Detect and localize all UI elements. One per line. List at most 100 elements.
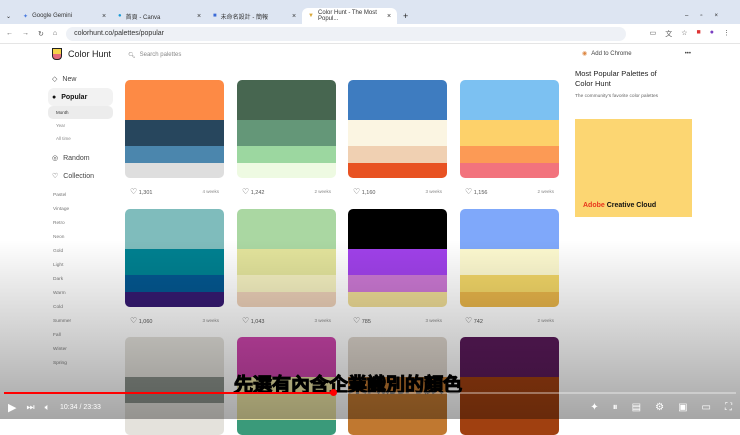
palette-card[interactable]: ♡ 742 2 weeks: [460, 209, 559, 325]
color-swatch[interactable]: [125, 420, 224, 435]
tag-link[interactable]: Dark: [48, 272, 113, 286]
next-icon[interactable]: ⏭: [26, 402, 34, 413]
color-swatch[interactable]: [237, 120, 336, 146]
url-input[interactable]: colorhunt.co/palettes/popular: [66, 26, 627, 41]
color-swatch[interactable]: [348, 420, 447, 435]
color-swatch[interactable]: [460, 80, 559, 120]
reload-icon[interactable]: ↻: [38, 30, 44, 38]
palette-card[interactable]: ♡ 1,242 2 weeks: [237, 80, 336, 196]
filter-year[interactable]: Year: [48, 119, 113, 132]
color-swatch[interactable]: [237, 275, 336, 292]
settings-icon[interactable]: ⚙: [655, 402, 664, 413]
home-icon[interactable]: ⌂: [53, 30, 57, 37]
palette-card[interactable]: ♡ 1,156 2 weeks: [460, 80, 559, 196]
window-controls[interactable]: –▫×: [685, 13, 740, 19]
palette-card[interactable]: ♡ 1,301 4 weeks: [125, 80, 224, 196]
back-icon[interactable]: ←: [6, 30, 13, 37]
volume-icon[interactable]: 🔈︎: [45, 402, 50, 413]
palette-swatches[interactable]: [460, 209, 559, 307]
palette-swatches[interactable]: [460, 337, 559, 435]
tag-link[interactable]: Spring: [48, 356, 113, 370]
palette-card[interactable]: ♡ 1,060 3 weeks: [125, 209, 224, 325]
color-swatch[interactable]: [460, 292, 559, 307]
subtitles-icon[interactable]: ▤: [632, 402, 641, 413]
nav-random[interactable]: ◎ Random: [48, 149, 113, 167]
color-swatch[interactable]: [125, 292, 224, 307]
video-progress-bar[interactable]: [4, 389, 736, 396]
palette-swatches[interactable]: [125, 337, 224, 435]
autoplay-toggle[interactable]: ⏸: [613, 402, 618, 413]
heart-icon[interactable]: ♡: [353, 316, 360, 325]
color-swatch[interactable]: [348, 80, 447, 120]
heart-icon[interactable]: ♡: [242, 316, 249, 325]
palette-card[interactable]: ♡ 1,043 3 weeks: [237, 209, 336, 325]
new-tab-button[interactable]: +: [397, 11, 414, 21]
menu-icon[interactable]: ⋮: [723, 29, 730, 39]
palette-swatches[interactable]: [125, 80, 224, 178]
tag-link[interactable]: Vintage: [48, 202, 113, 216]
filter-all-time[interactable]: All time: [48, 132, 113, 145]
translate-icon[interactable]: 文: [665, 29, 672, 39]
tag-link[interactable]: Pastel: [48, 188, 113, 202]
nav-collection[interactable]: ♡ Collection: [48, 167, 113, 185]
color-swatch[interactable]: [348, 146, 447, 163]
tag-link[interactable]: Winter: [48, 342, 113, 356]
color-swatch[interactable]: [237, 146, 336, 163]
color-swatch[interactable]: [460, 249, 559, 275]
tag-link[interactable]: Cold: [48, 300, 113, 314]
install-icon[interactable]: ▭: [650, 29, 657, 39]
palette-swatches[interactable]: [125, 209, 224, 307]
palette-card[interactable]: [125, 337, 224, 435]
heart-icon[interactable]: ♡: [130, 316, 137, 325]
color-swatch[interactable]: [125, 163, 224, 178]
color-swatch[interactable]: [460, 209, 559, 249]
close-icon[interactable]: ×: [387, 13, 391, 20]
tag-link[interactable]: Retro: [48, 216, 113, 230]
color-swatch[interactable]: [460, 146, 559, 163]
palette-card[interactable]: ♡ 1,160 3 weeks: [348, 80, 447, 196]
fullscreen-icon[interactable]: ⛶: [725, 402, 732, 413]
search-input[interactable]: 🔍︎ Search palettes: [128, 49, 568, 61]
palette-swatches[interactable]: [348, 209, 447, 307]
color-swatch[interactable]: [348, 163, 447, 178]
nav-popular[interactable]: ● Popular: [48, 88, 113, 106]
tag-link[interactable]: Warm: [48, 286, 113, 300]
heart-icon[interactable]: ♡: [130, 187, 137, 196]
heart-icon[interactable]: ♡: [465, 316, 472, 325]
color-swatch[interactable]: [237, 163, 336, 178]
color-swatch[interactable]: [125, 120, 224, 146]
forward-icon[interactable]: →: [22, 30, 29, 37]
color-swatch[interactable]: [237, 420, 336, 435]
heart-icon[interactable]: ♡: [242, 187, 249, 196]
palette-swatches[interactable]: [460, 80, 559, 178]
color-swatch[interactable]: [125, 337, 224, 377]
color-swatch[interactable]: [125, 209, 224, 249]
color-swatch[interactable]: [348, 249, 447, 275]
close-icon[interactable]: ×: [102, 13, 106, 20]
color-swatch[interactable]: [348, 292, 447, 307]
tag-link[interactable]: Neon: [48, 230, 113, 244]
close-icon[interactable]: ×: [197, 13, 201, 20]
tab-design[interactable]: ■ 未命名設計 - 簡報 ×: [207, 8, 302, 24]
nav-new[interactable]: ◇ New: [48, 70, 113, 88]
color-swatch[interactable]: [460, 420, 559, 435]
close-icon[interactable]: ×: [292, 13, 296, 20]
tag-link[interactable]: Summer: [48, 314, 113, 328]
color-swatch[interactable]: [125, 80, 224, 120]
more-icon[interactable]: •••: [685, 51, 691, 57]
miniplayer-icon[interactable]: ▣: [678, 402, 687, 413]
color-swatch[interactable]: [237, 80, 336, 120]
color-swatch[interactable]: [348, 275, 447, 292]
color-swatch[interactable]: [460, 163, 559, 178]
site-logo[interactable]: Color Hunt: [52, 48, 111, 60]
tab-colorhunt[interactable]: ▼ Color Hunt - The Most Popul... ×: [302, 8, 398, 24]
extension-icon[interactable]: ■: [697, 29, 701, 39]
tab-menu-icon[interactable]: ⌄: [0, 13, 17, 20]
color-swatch[interactable]: [125, 275, 224, 292]
add-to-chrome-button[interactable]: ◉ Add to Chrome •••: [582, 50, 695, 58]
palette-card[interactable]: ♡ 785 3 weeks: [348, 209, 447, 325]
play-icon[interactable]: ▶: [8, 401, 16, 414]
palette-swatches[interactable]: [348, 80, 447, 178]
color-swatch[interactable]: [460, 120, 559, 146]
advertisement[interactable]: Adobe Creative Cloud: [575, 119, 692, 217]
